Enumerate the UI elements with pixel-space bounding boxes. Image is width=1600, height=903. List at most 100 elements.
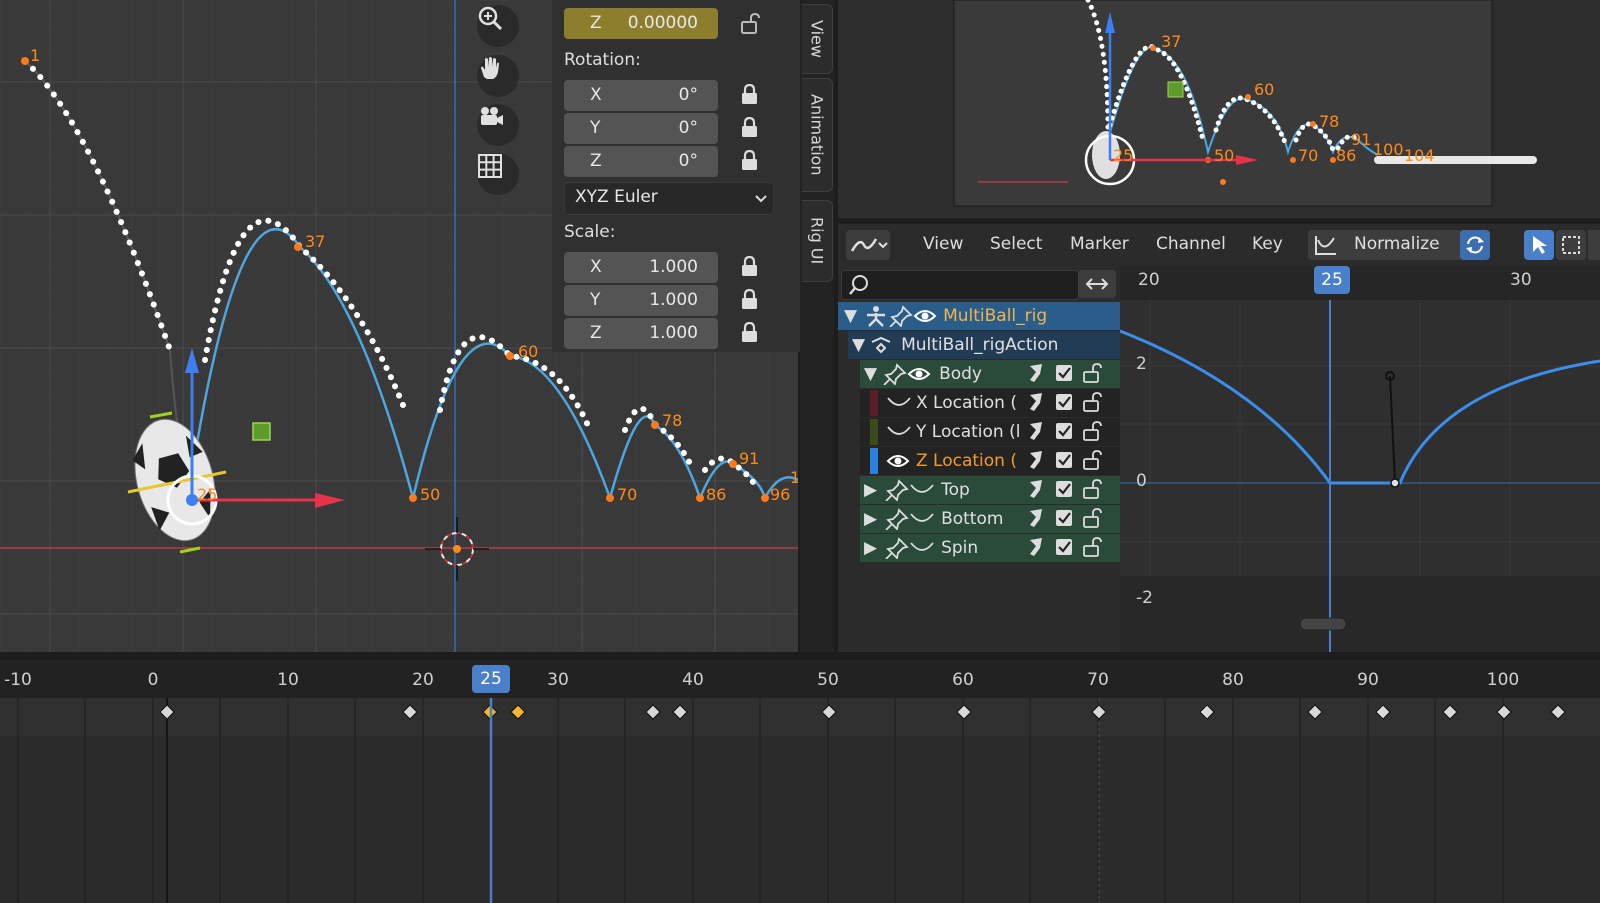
zoom-icon[interactable] xyxy=(477,5,519,47)
frame-label: 25 xyxy=(1113,146,1134,165)
rotation-x-field[interactable]: X 0° xyxy=(564,80,718,111)
frame-label: 37 xyxy=(1161,32,1182,51)
editor-type-dropdown[interactable] xyxy=(846,230,890,260)
search-icon xyxy=(849,275,868,295)
eye-icon[interactable] xyxy=(907,365,931,383)
auto-normalize-icon[interactable] xyxy=(1460,230,1490,260)
channel-multiball-rig[interactable]: ▼ MultiBall_rig xyxy=(838,302,1120,330)
normalize-toggle[interactable]: Normalize xyxy=(1308,230,1484,260)
tab-rig-ui[interactable]: Rig UI xyxy=(802,200,833,282)
timeline-tick: 30 xyxy=(547,670,569,690)
timeline-tick: 80 xyxy=(1222,670,1244,690)
scale-y-field[interactable]: Y 1.000 xyxy=(564,285,718,316)
scale-x-field[interactable]: X 1.000 xyxy=(564,252,718,283)
dopesheet-timeline[interactable]: -10 0 10 20 30 40 50 60 70 80 90 100 25 xyxy=(0,660,1600,903)
pin-icon[interactable] xyxy=(885,479,909,501)
fcurve-icon xyxy=(910,513,934,522)
unlock-icon[interactable] xyxy=(740,13,760,35)
fcurve-icon xyxy=(910,484,934,493)
pin-icon[interactable] xyxy=(885,537,909,559)
channel-search-input[interactable] xyxy=(841,270,1079,300)
frame-label: 78 xyxy=(1319,112,1340,131)
frame-label: 1 xyxy=(30,46,41,65)
swap-arrows-icon[interactable] xyxy=(1078,270,1116,298)
box-select-icon[interactable] xyxy=(1556,230,1586,260)
frame-label: 86 xyxy=(1336,146,1357,165)
eye-icon[interactable] xyxy=(886,452,910,470)
timeline-current-frame[interactable]: 25 xyxy=(472,665,510,693)
lock-icon[interactable] xyxy=(740,289,760,311)
menu-channel[interactable]: Channel xyxy=(1156,234,1226,254)
armature-icon xyxy=(867,306,886,327)
pin-icon[interactable] xyxy=(883,363,907,385)
rotation-label: Rotation: xyxy=(564,50,641,70)
lock-icon[interactable] xyxy=(740,256,760,278)
graph-editor-icon xyxy=(850,238,888,252)
channel-multiball-rigaction[interactable]: ▼ MultiBall_rigAction xyxy=(848,331,1120,359)
frame-label: 96 xyxy=(770,485,791,504)
frame-label: 86 xyxy=(706,485,727,504)
action-icon xyxy=(871,336,891,354)
timeline-canvas xyxy=(0,698,1600,903)
lasso-select-icon[interactable] xyxy=(1588,230,1600,260)
grid-icon[interactable] xyxy=(477,153,519,195)
scale-label: Scale: xyxy=(564,222,616,242)
camera-icon[interactable] xyxy=(477,104,519,146)
menu-marker[interactable]: Marker xyxy=(1070,234,1129,254)
timeline-tick: 100 xyxy=(1486,670,1520,690)
fcurve-icon xyxy=(887,397,911,406)
chevron-down-icon xyxy=(755,195,767,203)
menu-key[interactable]: Key xyxy=(1252,234,1283,254)
timeline-tick: 40 xyxy=(682,670,704,690)
transform-panel: Z 0.00000 Rotation: X 0° Y 0° Z 0° XYZ Eule… xyxy=(552,0,800,352)
timeline-tick: 60 xyxy=(952,670,974,690)
frame-label: 91 xyxy=(739,449,760,468)
rotation-z-field[interactable]: Z 0° xyxy=(564,146,718,177)
frame-label: 50 xyxy=(1214,146,1235,165)
y-tick: -2 xyxy=(1136,588,1153,608)
fcurve-icon xyxy=(887,426,911,435)
timeline-tick: 10 xyxy=(277,670,299,690)
pin-icon[interactable] xyxy=(885,508,909,530)
location-z-field[interactable]: Z 0.00000 xyxy=(564,8,718,39)
current-frame-indicator[interactable]: 25 xyxy=(1314,266,1350,294)
ruler-tick: 20 xyxy=(1138,270,1160,290)
frame-label: 100 xyxy=(1373,140,1404,159)
frame-label: 78 xyxy=(662,411,683,430)
lock-icon[interactable] xyxy=(740,117,760,139)
pin-icon[interactable] xyxy=(889,305,913,327)
fcurve-icon xyxy=(910,542,934,551)
frame-label: 1 xyxy=(790,468,798,487)
frame-label: 60 xyxy=(518,342,539,361)
menu-select[interactable]: Select xyxy=(990,234,1042,254)
lock-icon[interactable] xyxy=(740,150,760,172)
timeline-tick: -10 xyxy=(4,670,32,690)
tab-animation[interactable]: Animation xyxy=(802,78,833,192)
preview-canvas xyxy=(953,0,1537,207)
menu-view[interactable]: View xyxy=(923,234,963,254)
preview-viewport[interactable]: 37 60 78 91 25 50 70 86 100 104 xyxy=(838,0,1600,218)
eye-icon[interactable] xyxy=(913,307,937,325)
frame-label: 25 xyxy=(197,485,218,504)
frame-label: 60 xyxy=(1254,80,1275,99)
graph-canvas[interactable] xyxy=(1120,266,1600,652)
frame-label: 37 xyxy=(305,232,326,251)
frame-label: 104 xyxy=(1404,146,1435,165)
hand-pan-icon[interactable] xyxy=(477,55,519,97)
y-tick: 2 xyxy=(1136,354,1147,374)
lock-icon[interactable] xyxy=(740,322,760,344)
y-tick: 0 xyxy=(1136,471,1147,491)
normalize-icon xyxy=(1315,236,1336,255)
scale-z-field[interactable]: Z 1.000 xyxy=(564,318,718,349)
select-tool-icon[interactable] xyxy=(1524,230,1554,260)
tab-view[interactable]: View xyxy=(802,4,833,74)
timeline-tick: 20 xyxy=(412,670,434,690)
timeline-tick: 70 xyxy=(1087,670,1109,690)
rotation-mode-dropdown[interactable]: XYZ Euler xyxy=(564,182,774,215)
frame-label: 70 xyxy=(1298,146,1319,165)
timeline-tick: 90 xyxy=(1357,670,1379,690)
lock-icon[interactable] xyxy=(740,84,760,106)
ruler-tick: 30 xyxy=(1510,270,1532,290)
frame-label: 70 xyxy=(617,485,638,504)
rotation-y-field[interactable]: Y 0° xyxy=(564,113,718,144)
